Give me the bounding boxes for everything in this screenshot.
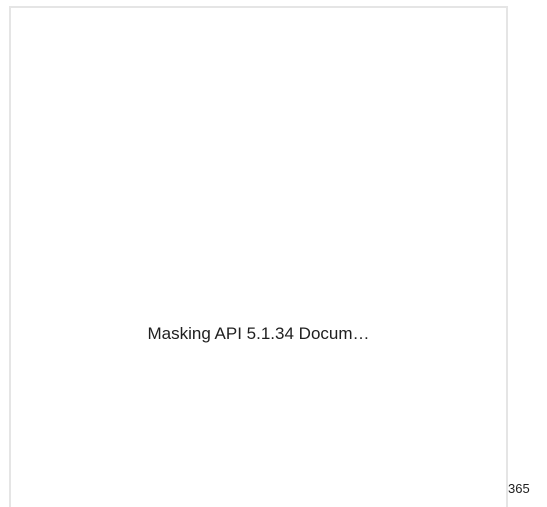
document-title: Masking API 5.1.34 Docum… <box>147 324 370 343</box>
page: Masking API 5.1.34 Docum… 365 <box>0 0 547 507</box>
page-number: 365 <box>508 481 530 496</box>
document-thumbnail-card[interactable]: Masking API 5.1.34 Docum… <box>9 6 508 507</box>
